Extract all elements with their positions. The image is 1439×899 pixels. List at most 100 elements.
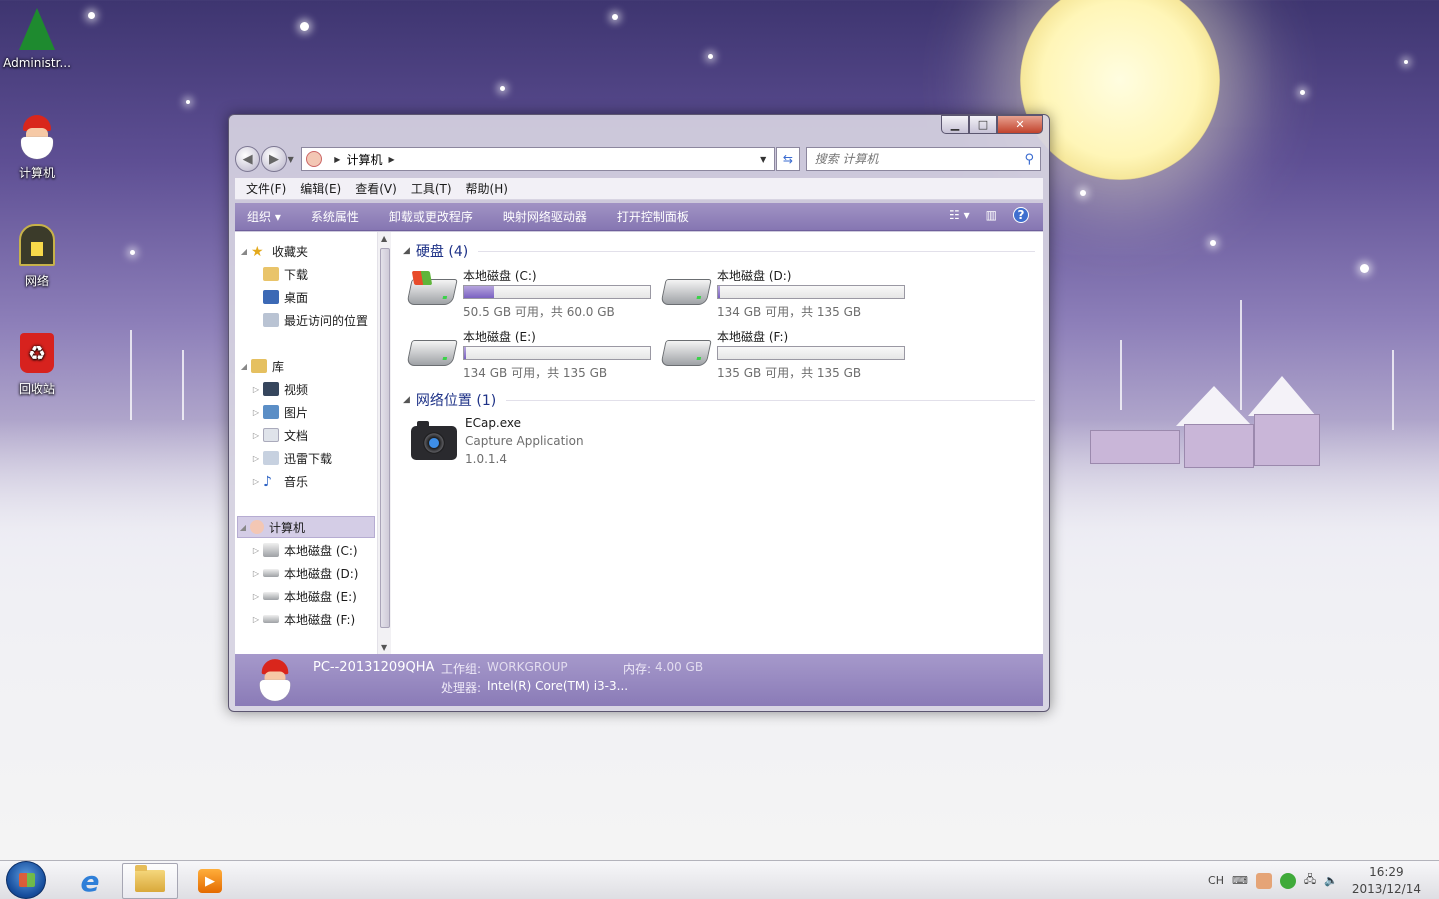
drive-f[interactable]: 本地磁盘 (F:) 135 GB 可用，共 135 GB xyxy=(660,328,913,384)
clock[interactable]: 16:29 2013/12/14 xyxy=(1352,864,1421,898)
volume-icon[interactable]: 🔈 xyxy=(1324,874,1338,887)
close-button[interactable]: ✕ xyxy=(997,115,1043,134)
start-button[interactable] xyxy=(6,861,46,899)
collapse-icon[interactable]: ◢ xyxy=(403,246,410,256)
map-network-drive-button[interactable]: 映射网络驱动器 xyxy=(503,208,587,225)
santa-icon-shape xyxy=(17,115,57,159)
nav-item-desktop[interactable]: 桌面 xyxy=(251,286,393,308)
nav-label: 本地磁盘 (E:) xyxy=(284,589,357,604)
expand-icon[interactable]: ▷ xyxy=(251,431,261,440)
view-options-icon[interactable]: ☷ ▾ xyxy=(949,208,970,222)
nav-item-videos[interactable]: ▷ 视频 xyxy=(251,378,393,400)
preview-pane-icon[interactable]: ▥ xyxy=(986,208,997,222)
network-item-ecap[interactable]: ECap.exe Capture Application 1.0.1.4 xyxy=(411,416,711,474)
search-icon[interactable]: ⚲ xyxy=(1024,152,1034,167)
menu-edit[interactable]: 编辑(E) xyxy=(293,180,348,197)
chevron-right-icon[interactable]: ▶ xyxy=(388,155,394,164)
scroll-down-arrow[interactable]: ▼ xyxy=(381,643,387,652)
nav-item-drive-d[interactable]: ▷ 本地磁盘 (D:) xyxy=(251,562,393,584)
nav-item-downloads[interactable]: 下载 xyxy=(251,263,393,285)
chevron-right-icon[interactable]: ▶ xyxy=(334,155,340,164)
menu-file[interactable]: 文件(F) xyxy=(239,180,293,197)
system-properties-button[interactable]: 系统属性 xyxy=(311,208,359,225)
taskbar-media-player[interactable]: ▶ xyxy=(182,863,238,899)
expand-icon[interactable]: ▷ xyxy=(251,454,261,463)
group-network-locations[interactable]: ◢ 网络位置 (1) xyxy=(403,390,1035,410)
drive-c[interactable]: 本地磁盘 (C:) 50.5 GB 可用，共 60.0 GB xyxy=(406,267,659,323)
address-bar[interactable]: ▶ 计算机 ▶ ▼ xyxy=(301,147,776,171)
drive-e[interactable]: 本地磁盘 (E:) 134 GB 可用，共 135 GB xyxy=(406,328,659,384)
system-drive-icon xyxy=(263,543,279,557)
nav-item-drive-f[interactable]: ▷ 本地磁盘 (F:) xyxy=(251,608,393,630)
group-hard-disks[interactable]: ◢ 硬盘 (4) xyxy=(403,241,1035,261)
collapse-icon[interactable]: ◢ xyxy=(238,523,248,532)
navpane-scrollbar[interactable]: ▲ ▼ xyxy=(377,232,391,654)
drive-d[interactable]: 本地磁盘 (D:) 134 GB 可用，共 135 GB xyxy=(660,267,913,323)
drive-usage-bar xyxy=(717,285,905,299)
menu-tools[interactable]: 工具(T) xyxy=(404,180,459,197)
expand-icon[interactable]: ▷ xyxy=(251,408,261,417)
drive-icon xyxy=(406,340,458,366)
expand-icon[interactable]: ▷ xyxy=(251,569,261,578)
drive-icon xyxy=(263,592,279,600)
menu-help[interactable]: 帮助(H) xyxy=(459,180,515,197)
nav-item-music[interactable]: ▷ ♪ 音乐 xyxy=(251,470,393,492)
menu-view[interactable]: 查看(V) xyxy=(348,180,404,197)
desktop-icon-network[interactable]: 网络 xyxy=(0,222,74,289)
desktop-icon-administrator[interactable]: Administr... xyxy=(0,6,74,70)
santa-tray-icon[interactable] xyxy=(1255,872,1272,889)
minimize-button[interactable]: ▁ xyxy=(941,115,969,134)
nav-computer[interactable]: ◢ 计算机 xyxy=(237,516,375,538)
nav-item-documents[interactable]: ▷ 文档 xyxy=(251,424,393,446)
maximize-button[interactable]: □ xyxy=(969,115,997,134)
collapse-icon[interactable]: ◢ xyxy=(403,395,410,405)
expand-icon[interactable]: ▷ xyxy=(251,385,261,394)
nav-item-drive-c[interactable]: ▷ 本地磁盘 (C:) xyxy=(251,539,393,561)
scroll-up-arrow[interactable]: ▲ xyxy=(381,234,387,243)
taskbar-internet-explorer[interactable]: e xyxy=(62,863,118,899)
nav-label: 计算机 xyxy=(269,520,306,535)
expand-icon[interactable]: ▷ xyxy=(251,477,261,486)
help-icon[interactable]: ? xyxy=(1013,207,1029,223)
network-item-name: ECap.exe xyxy=(465,416,522,430)
details-pane: PC--20131209QHA 工作组: WORKGROUP 内存: 4.00 … xyxy=(235,654,1043,706)
security-tray-icon[interactable] xyxy=(1279,872,1296,889)
forward-button[interactable]: ▶ xyxy=(261,146,287,172)
desktop-icon-recycle-bin[interactable]: ♻ 回收站 xyxy=(0,330,74,397)
expand-icon[interactable]: ▷ xyxy=(251,615,261,624)
drive-usage-bar xyxy=(717,346,905,360)
nav-item-recent[interactable]: 最近访问的位置 xyxy=(251,309,393,331)
caption-buttons: ▁ □ ✕ xyxy=(941,115,1043,134)
address-history-dropdown[interactable]: ▼ xyxy=(760,155,766,164)
uninstall-program-button[interactable]: 卸载或更改程序 xyxy=(389,208,473,225)
nav-item-drive-e[interactable]: ▷ 本地磁盘 (E:) xyxy=(251,585,393,607)
workgroup-label: 工作组: xyxy=(441,662,482,676)
nav-item-pictures[interactable]: ▷ 图片 xyxy=(251,401,393,423)
clock-date: 2013/12/14 xyxy=(1351,881,1421,896)
content-pane: ◢ 硬盘 (4) 本地磁盘 (C:) 50.5 GB 可用，共 60.0 GB … xyxy=(395,232,1043,654)
nav-label: 迅雷下载 xyxy=(284,451,333,466)
search-input[interactable] xyxy=(814,152,1015,166)
breadcrumb-computer[interactable]: 计算机 xyxy=(346,151,382,168)
expand-icon[interactable]: ▷ xyxy=(251,546,261,555)
drive-usage-bar xyxy=(463,285,651,299)
back-button[interactable]: ◀ xyxy=(235,146,261,172)
organize-button[interactable]: 组织 ▾ xyxy=(247,208,281,225)
nav-label: 下载 xyxy=(284,267,309,282)
collapse-icon[interactable]: ◢ xyxy=(239,247,249,256)
language-indicator[interactable]: CH xyxy=(1208,874,1224,887)
nav-favorites[interactable]: ◢ ★ 收藏夹 xyxy=(239,240,381,262)
folder-icon xyxy=(135,865,165,892)
keyboard-icon[interactable]: ⌨ xyxy=(1232,874,1248,887)
desktop-icon-computer[interactable]: 计算机 xyxy=(0,114,74,181)
expand-icon[interactable]: ▷ xyxy=(251,592,261,601)
open-control-panel-button[interactable]: 打开控制面板 xyxy=(617,208,689,225)
collapse-icon[interactable]: ◢ xyxy=(239,362,249,371)
network-tray-icon[interactable]: 🖧 xyxy=(1304,871,1316,890)
taskbar-explorer[interactable] xyxy=(122,863,178,899)
recent-pages-dropdown[interactable]: ▼ xyxy=(288,155,298,164)
nav-libraries[interactable]: ◢ 库 xyxy=(239,355,381,377)
scrollbar-thumb[interactable] xyxy=(380,248,390,628)
nav-item-thunder-downloads[interactable]: ▷ 迅雷下载 xyxy=(251,447,393,469)
refresh-button[interactable]: ⇆ xyxy=(776,147,800,171)
